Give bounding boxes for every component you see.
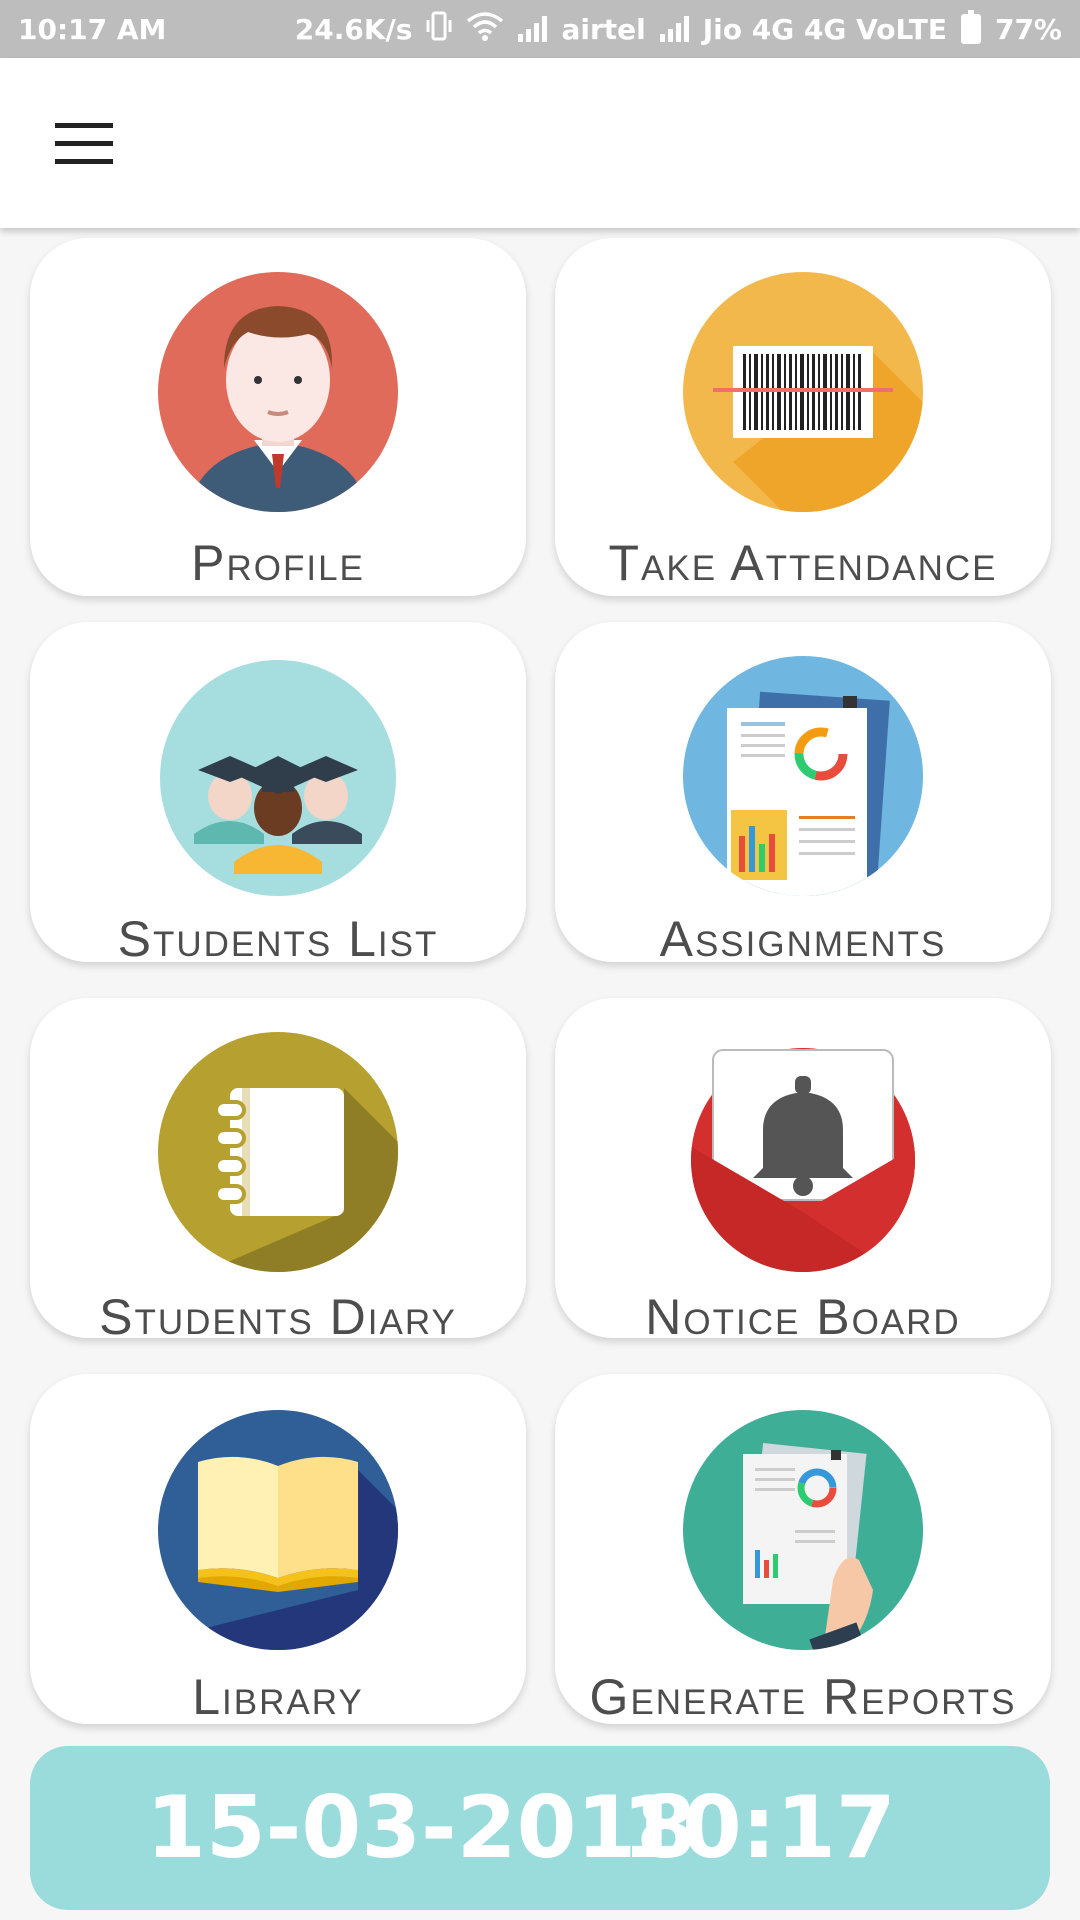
tile-label: Students List	[117, 911, 439, 967]
tile-label: Notice Board	[645, 1289, 961, 1345]
wifi-icon	[466, 11, 504, 48]
tile-notice-board[interactable]: Notice Board	[555, 998, 1051, 1345]
tile-students-diary[interactable]: Students Diary	[30, 998, 526, 1345]
vibrate-icon	[426, 11, 452, 48]
profile-icon	[158, 272, 398, 512]
bell-icon	[683, 1032, 923, 1272]
reports-icon	[683, 1410, 923, 1650]
tile-take-attendance[interactable]: Take Attendance	[555, 238, 1051, 596]
assignments-icon	[683, 656, 923, 896]
tile-label: Profile	[191, 535, 365, 591]
tile-label: Generate Reports	[589, 1669, 1017, 1725]
status-bar: 10:17 AM 24.6K/s airtel Jio 4G 4G VoLTE …	[0, 0, 1080, 58]
tile-assignments[interactable]: Assignments	[555, 622, 1051, 967]
tile-label: Library	[192, 1669, 364, 1725]
battery-icon	[960, 10, 981, 44]
diary-icon	[158, 1032, 398, 1272]
signal-icon-2	[659, 16, 689, 42]
book-icon	[158, 1410, 398, 1650]
app-bar	[0, 58, 1080, 228]
carrier-airtel: airtel	[561, 12, 646, 46]
tile-label: Take Attendance	[608, 535, 998, 591]
tile-label: Students Diary	[99, 1289, 457, 1345]
barcode-icon	[683, 272, 923, 512]
signal-icon	[518, 16, 548, 42]
current-date: 15-03-2018	[146, 1778, 697, 1878]
tile-label: Assignments	[659, 911, 947, 967]
battery-level: 77%	[994, 12, 1062, 46]
tile-profile[interactable]: Profile	[30, 238, 526, 596]
network-speed: 24.6K/s	[294, 12, 413, 46]
status-time: 10:17 AM	[18, 12, 167, 46]
hamburger-menu-icon[interactable]	[55, 123, 113, 165]
tile-generate-reports[interactable]: Generate Reports	[555, 1374, 1051, 1725]
students-icon	[158, 658, 398, 898]
current-time: 10:17	[622, 1778, 896, 1878]
date-time-bar: 15-03-2018 10:17	[30, 1746, 1050, 1910]
tile-library[interactable]: Library	[30, 1374, 526, 1725]
tile-students-list[interactable]: Students List	[30, 622, 526, 967]
carrier-jio: Jio 4G 4G VoLTE	[702, 12, 947, 46]
